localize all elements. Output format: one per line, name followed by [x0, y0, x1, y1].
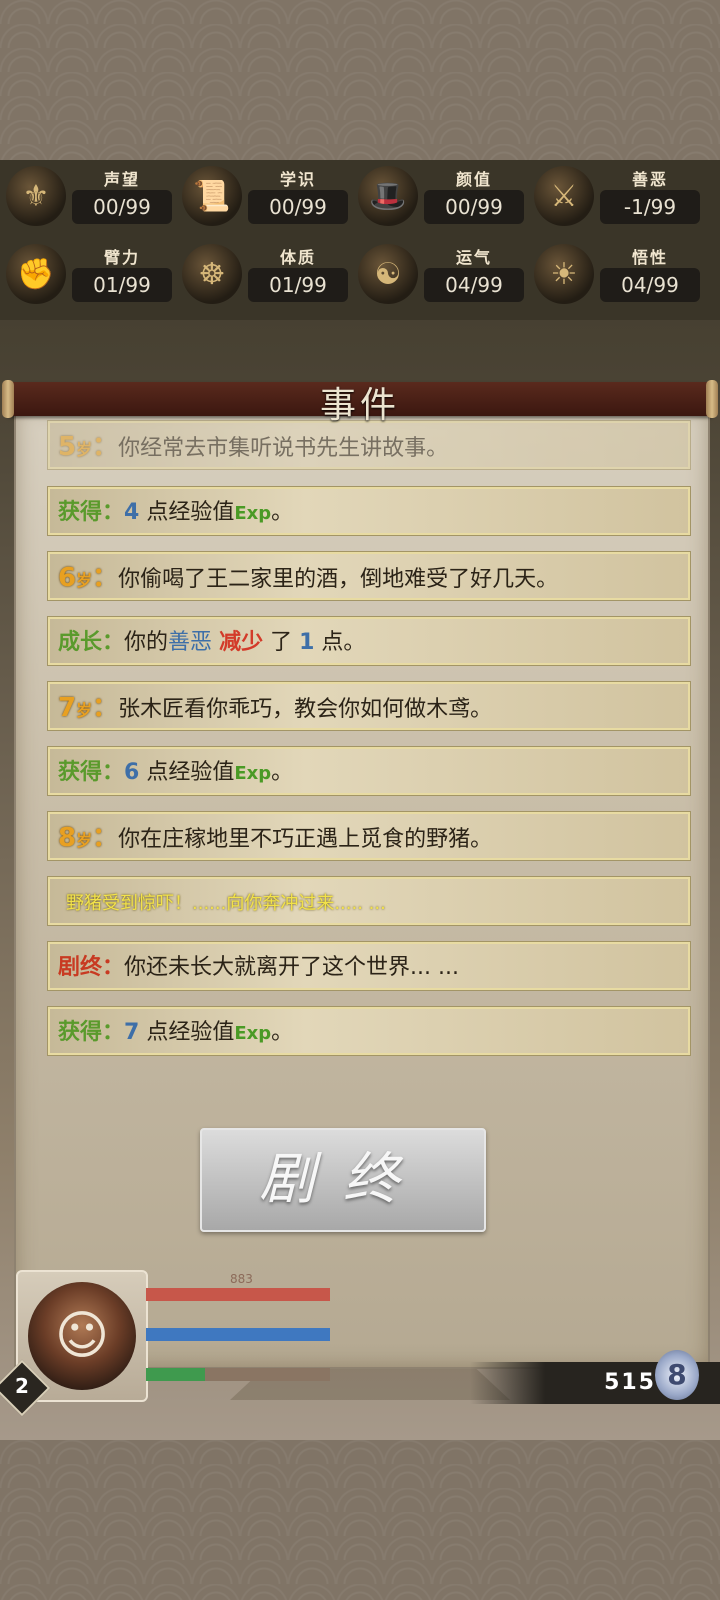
top-pattern-band — [0, 0, 720, 160]
stat-comprehension: ☀ 悟性 04/99 — [528, 238, 706, 310]
stat-value: 00/99 — [248, 190, 348, 224]
stat-constitution: ☸ 体质 01/99 — [176, 238, 354, 310]
stat-value: 01/99 — [248, 268, 348, 302]
hp-bar — [146, 1288, 330, 1301]
stat-name: 善恶 — [631, 170, 668, 189]
hp-value: 883 — [230, 1272, 253, 1286]
stat-name: 悟性 — [631, 248, 668, 267]
stat-prestige: ⚜ 声望 00/99 — [0, 160, 178, 232]
crossed-swords-icon: ⚔ — [534, 166, 594, 226]
coin-pouch-icon: ☯ — [358, 244, 418, 304]
stat-name: 学识 — [279, 170, 316, 189]
event-row: 7岁：张木匠看你乖巧，教会你如何做木鸢。 — [48, 682, 690, 730]
end-story-button[interactable]: 剧终 — [200, 1128, 486, 1232]
attribute-grid: ⚜ 声望 00/99 📜 学识 00/99 🎩 颜值 00/99 ⚔ 善恶 -1… — [0, 160, 720, 320]
xp-bar — [146, 1368, 330, 1381]
event-row: 剧终：你还未长大就离开了这个世界... ... — [48, 942, 690, 990]
mp-bar-fill — [146, 1328, 330, 1341]
level-value: 2 — [15, 1374, 29, 1398]
currency-amount: 515 — [604, 1370, 656, 1395]
stat-value: 04/99 — [600, 268, 700, 302]
prestige-icon: ⚜ — [6, 166, 66, 226]
stat-strength: ✊ 臂力 01/99 — [0, 238, 178, 310]
exp-icon: Exp — [234, 1023, 272, 1044]
stat-value: 00/99 — [424, 190, 524, 224]
mp-bar — [146, 1328, 330, 1341]
stat-value: 01/99 — [72, 268, 172, 302]
stat-appearance: 🎩 颜值 00/99 — [352, 160, 530, 232]
exp-icon: Exp — [234, 763, 272, 784]
stat-morality: ⚔ 善恶 -1/99 — [528, 160, 706, 232]
event-row: 6岁：你偷喝了王二家里的酒，倒地难受了好几天。 — [48, 552, 690, 600]
mind-icon: ☀ — [534, 244, 594, 304]
stat-name: 运气 — [455, 248, 492, 267]
bottom-pattern-band — [0, 1440, 720, 1600]
hat-icon: 🎩 — [358, 166, 418, 226]
silver-coin-icon: 8 — [655, 1350, 699, 1400]
event-row: 获得：6 点经验值Exp。 — [48, 747, 690, 795]
exp-icon: Exp — [234, 503, 272, 524]
stat-value: 00/99 — [72, 190, 172, 224]
fist-icon: ✊ — [6, 244, 66, 304]
body-icon: ☸ — [182, 244, 242, 304]
scroll-icon: 📜 — [182, 166, 242, 226]
stat-name: 体质 — [279, 248, 316, 267]
panel-title: 事件 — [319, 385, 400, 426]
stat-value: 04/99 — [424, 268, 524, 302]
xp-bar-fill — [146, 1368, 205, 1381]
stat-name: 臂力 — [103, 248, 140, 267]
event-row: 获得：7 点经验值Exp。 — [48, 1007, 690, 1055]
avatar: ☺ — [28, 1282, 136, 1390]
hp-bar-fill — [146, 1288, 330, 1301]
stat-name: 颜值 — [455, 170, 492, 189]
stat-knowledge: 📜 学识 00/99 — [176, 160, 354, 232]
event-row: 野猪受到惊吓！......向你奔冲过来..... ... — [48, 877, 690, 925]
stat-luck: ☯ 运气 04/99 — [352, 238, 530, 310]
event-row: 8岁：你在庄稼地里不巧正遇上觅食的野猪。 — [48, 812, 690, 860]
stat-value: -1/99 — [600, 190, 700, 224]
event-row: 获得：4 点经验值Exp。 — [48, 487, 690, 535]
event-row: 成长：你的善恶 减少 了 1 点。 — [48, 617, 690, 665]
game-screen: ⚜ 声望 00/99 📜 学识 00/99 🎩 颜值 00/99 ⚔ 善恶 -1… — [0, 160, 720, 1440]
stat-name: 声望 — [103, 170, 140, 189]
